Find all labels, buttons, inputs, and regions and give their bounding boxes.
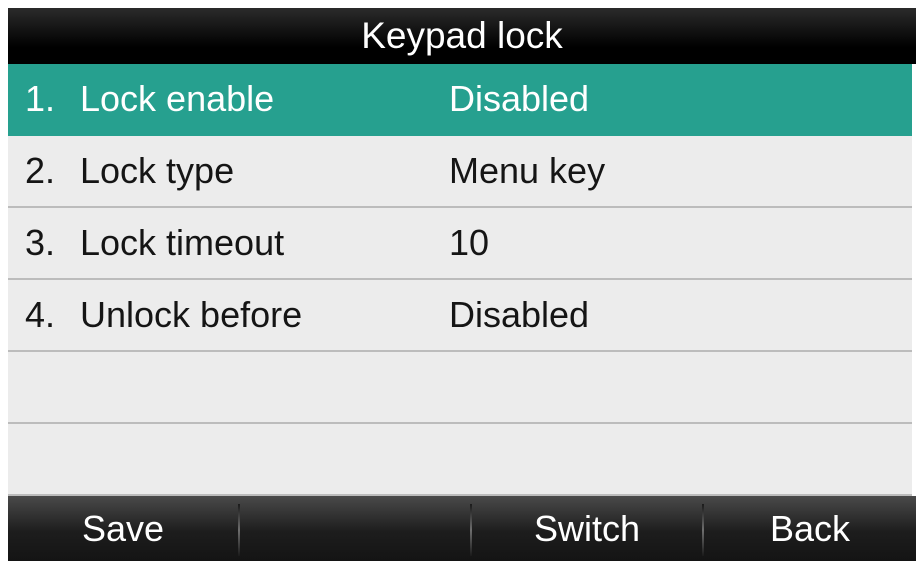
page-title: Keypad lock bbox=[8, 8, 916, 64]
item-label: Lock enable bbox=[80, 78, 275, 119]
phone-screen: Keypad lock 1. Lock enable Disabled 2. L… bbox=[8, 8, 916, 561]
empty-row bbox=[8, 424, 912, 496]
softkey-bar: Save Switch Back bbox=[8, 496, 916, 561]
settings-list: 1. Lock enable Disabled 2. Lock type Men… bbox=[8, 64, 912, 496]
item-value: Disabled bbox=[449, 294, 590, 335]
empty-softkey[interactable] bbox=[240, 496, 470, 561]
item-number: 4. bbox=[25, 294, 56, 335]
list-item-unlock-before[interactable]: 4. Unlock before Disabled bbox=[8, 280, 912, 352]
item-label: Unlock before bbox=[80, 294, 303, 335]
item-value: 10 bbox=[449, 222, 490, 263]
item-number: 1. bbox=[25, 78, 56, 119]
item-value: Menu key bbox=[449, 150, 606, 191]
list-item-lock-type[interactable]: 2. Lock type Menu key bbox=[8, 136, 912, 208]
item-label: Lock timeout bbox=[80, 222, 285, 263]
item-number: 2. bbox=[25, 150, 56, 191]
item-label: Lock type bbox=[80, 150, 235, 191]
list-item-lock-timeout[interactable]: 3. Lock timeout 10 bbox=[8, 208, 912, 280]
switch-softkey[interactable]: Switch bbox=[472, 496, 702, 561]
item-number: 3. bbox=[25, 222, 56, 263]
back-softkey[interactable]: Back bbox=[704, 496, 916, 561]
scrollbar bbox=[912, 64, 916, 496]
empty-row bbox=[8, 352, 912, 424]
save-softkey[interactable]: Save bbox=[8, 496, 238, 561]
list-item-lock-enable[interactable]: 1. Lock enable Disabled bbox=[8, 64, 912, 136]
item-value: Disabled bbox=[449, 78, 590, 119]
